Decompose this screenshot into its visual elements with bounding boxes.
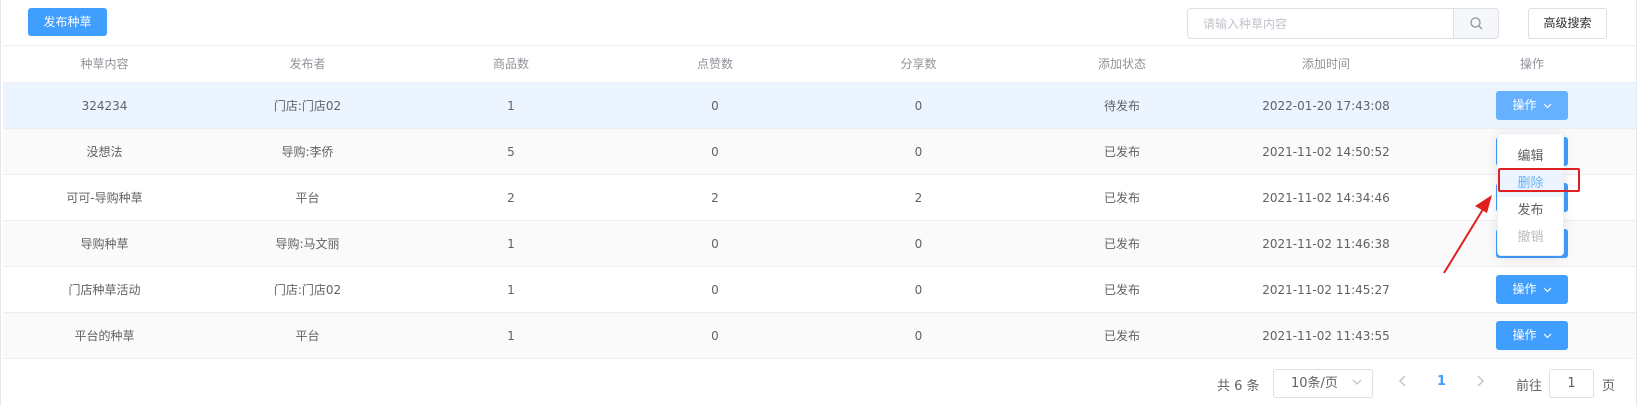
page-size-select[interactable]: 10条/页 <box>1273 369 1373 398</box>
chevron-right-icon[interactable] <box>1475 374 1485 388</box>
goto-suffix: 页 <box>1602 379 1616 394</box>
goto-page-input[interactable]: 1 <box>1549 369 1594 398</box>
pagination: 共 6 条 10条/页 1 前往 1 页 <box>1 366 1637 400</box>
page-frame: 发布种草 高级搜索 种草内容 发布者 商品数 点赞数 分享数 添加状态 添加时间… <box>0 0 1637 406</box>
chevron-down-icon <box>1352 379 1362 385</box>
goto-label: 前往 <box>1516 379 1543 394</box>
pagination-total: 共 6 条 <box>1217 379 1260 394</box>
chevron-left-icon[interactable] <box>1398 374 1408 388</box>
annotation-arrow-icon <box>1443 195 1492 274</box>
page-number-current[interactable]: 1 <box>1437 374 1446 389</box>
page-size-value: 10条/页 <box>1291 376 1338 391</box>
